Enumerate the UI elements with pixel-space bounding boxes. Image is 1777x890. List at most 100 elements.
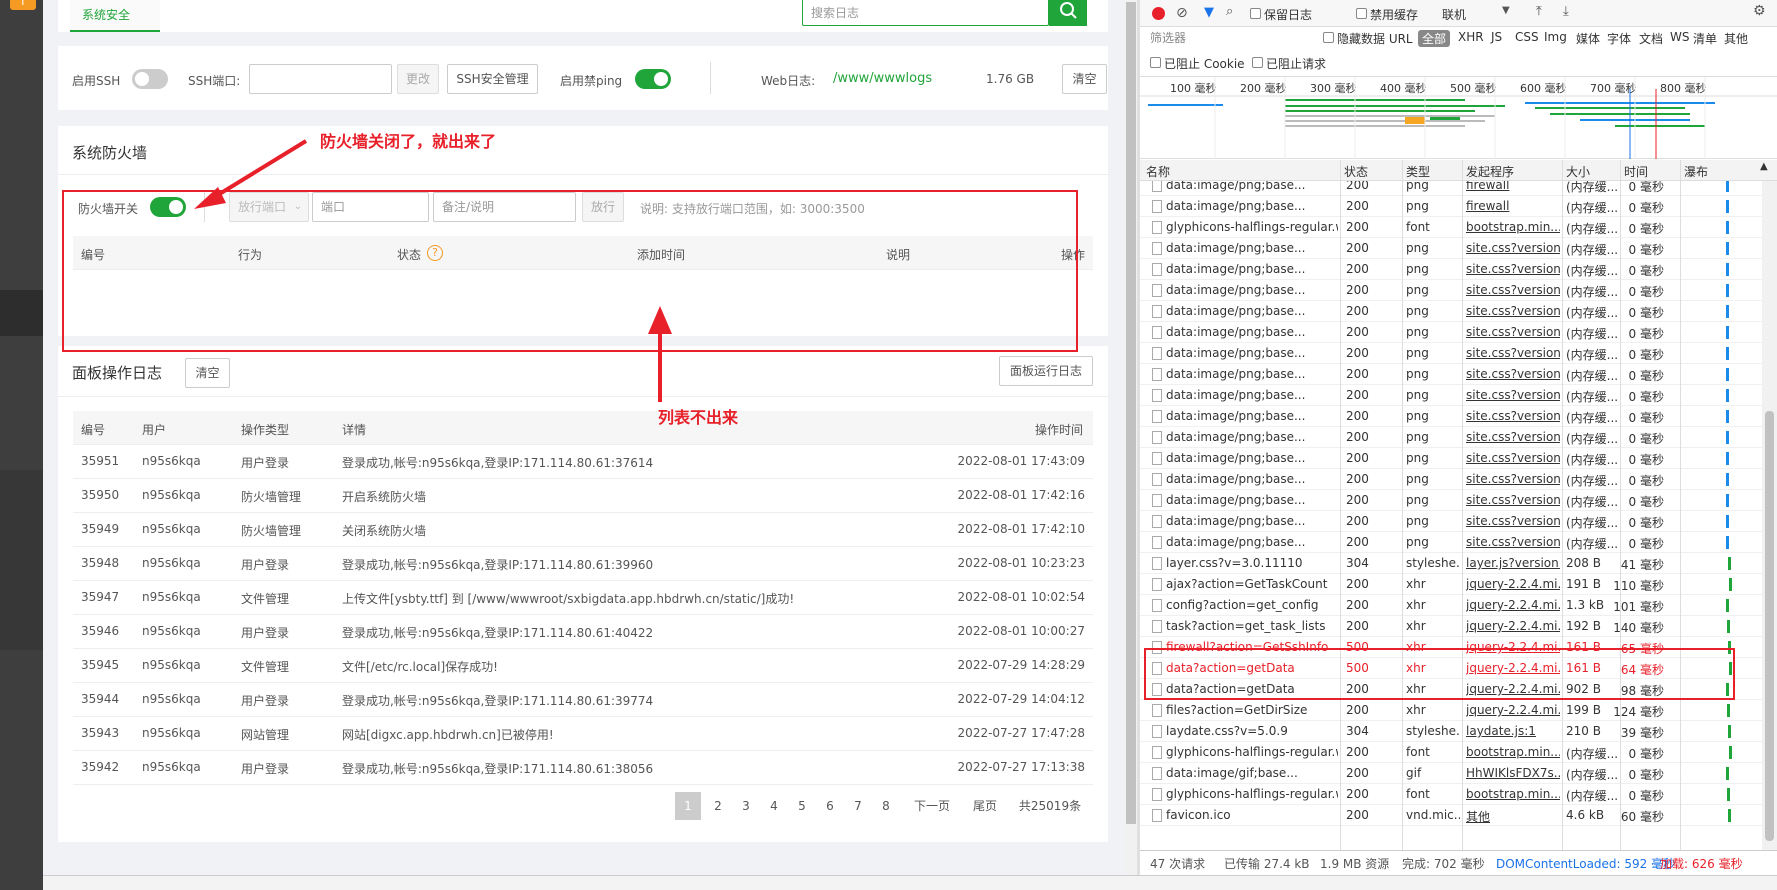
network-row[interactable]: glyphicons-halflings-regular.w... 200 font… — [1140, 217, 1762, 238]
cell-initiator[interactable]: firewall — [1466, 181, 1560, 192]
filter-icon[interactable]: ▼ — [1204, 5, 1214, 20]
col-initiator[interactable]: 发起程序 — [1466, 163, 1514, 180]
run-log-button[interactable]: 面板运行日志 — [999, 356, 1093, 386]
cell-initiator[interactable]: 其他 — [1466, 808, 1560, 825]
col-name[interactable]: 名称 — [1146, 163, 1170, 180]
page-4[interactable]: 4 — [761, 792, 787, 820]
logs-clear-button[interactable]: 清空 — [185, 358, 230, 388]
network-row[interactable]: data:image/png;base... 200 png site.css?ver… — [1140, 322, 1762, 343]
cell-initiator[interactable]: firewall — [1466, 199, 1560, 213]
page-3[interactable]: 3 — [733, 792, 759, 820]
blocked-cookies-checkbox[interactable] — [1150, 57, 1161, 68]
gear-icon[interactable]: ⚙ — [1753, 3, 1766, 19]
network-row[interactable]: data:image/png;base... 200 png site.css?ver… — [1140, 364, 1762, 385]
cell-initiator[interactable]: HhWIKlsFDX7s... — [1466, 766, 1560, 780]
weblog-path-link[interactable]: /www/wwwlogs — [833, 71, 932, 86]
cell-initiator[interactable]: site.css?version... — [1466, 451, 1560, 465]
cell-initiator[interactable]: site.css?version... — [1466, 535, 1560, 549]
network-row[interactable]: task?action=get_task_lists 200 xhr jquery-2… — [1140, 616, 1762, 637]
network-row[interactable]: data:image/gif;base... 200 gif HhWIKlsFDX7s… — [1140, 763, 1762, 784]
sort-up-icon[interactable]: ▲ — [1760, 161, 1768, 172]
network-row[interactable]: data:image/png;base... 200 png site.css?ver… — [1140, 259, 1762, 280]
cell-initiator[interactable]: site.css?version... — [1466, 346, 1560, 360]
cell-initiator[interactable]: site.css?version... — [1466, 325, 1560, 339]
network-row[interactable]: data:image/png;base... 200 png site.css?ver… — [1140, 532, 1762, 553]
cell-initiator[interactable]: jquery-2.2.4.mi... — [1466, 703, 1560, 717]
network-row[interactable]: data:image/png;base... 200 png site.css?ver… — [1140, 469, 1762, 490]
filter-type-5[interactable]: 字体 — [1607, 30, 1631, 47]
search-icon[interactable]: ⌕ — [1226, 4, 1233, 19]
network-row[interactable]: data:image/png;base... 200 png site.css?ver… — [1140, 280, 1762, 301]
cell-initiator[interactable]: jquery-2.2.4.mi... — [1466, 577, 1560, 591]
page-6[interactable]: 6 — [817, 792, 843, 820]
download-icon[interactable]: ⤓ — [1563, 4, 1569, 19]
network-row[interactable]: data:image/png;base... 200 png site.css?ver… — [1140, 511, 1762, 532]
network-scrollbar[interactable] — [1762, 181, 1777, 850]
network-row[interactable]: data:image/png;base... 200 png site.css?ver… — [1140, 448, 1762, 469]
upload-icon[interactable]: ⤒ — [1536, 4, 1542, 19]
last-page-link[interactable]: 尾页 — [965, 792, 1005, 820]
timeline-overview[interactable]: 100 毫秒 200 毫秒 300 毫秒 400 毫秒 500 毫秒 600 毫秒 700 … — [1140, 77, 1777, 159]
cell-initiator[interactable]: site.css?version... — [1466, 283, 1560, 297]
sidebar-item-group[interactable] — [0, 470, 43, 650]
clear-icon[interactable]: ⊘ — [1176, 5, 1188, 21]
tab-security[interactable]: 系统安全 — [70, 0, 160, 32]
network-row[interactable]: data:image/png;base... 200 png site.css?ver… — [1140, 238, 1762, 259]
cell-initiator[interactable]: bootstrap.min.... — [1466, 745, 1560, 759]
ssh-port-change-button[interactable]: 更改 — [397, 64, 439, 94]
sidebar-item-active[interactable] — [0, 290, 43, 336]
weblog-clear-button[interactable]: 清空 — [1062, 64, 1107, 94]
cell-initiator[interactable]: site.css?version... — [1466, 367, 1560, 381]
cell-initiator[interactable]: site.css?version... — [1466, 430, 1560, 444]
filter-type-1[interactable]: JS — [1491, 30, 1502, 44]
scrollbar-thumb[interactable] — [1126, 2, 1136, 824]
cell-initiator[interactable]: site.css?version... — [1466, 409, 1560, 423]
col-waterfall[interactable]: 瀑布 — [1684, 163, 1708, 180]
main-scrollbar[interactable] — [1125, 0, 1137, 875]
col-size[interactable]: 大小 — [1566, 163, 1590, 180]
col-status[interactable]: 状态 — [1344, 163, 1368, 180]
page-7[interactable]: 7 — [845, 792, 871, 820]
hide-data-urls-checkbox[interactable] — [1323, 32, 1334, 43]
cell-initiator[interactable]: layer.js?version... — [1466, 556, 1560, 570]
cell-initiator[interactable]: site.css?version... — [1466, 472, 1560, 486]
next-page-link[interactable]: 下一页 — [906, 792, 958, 820]
network-row[interactable]: ajax?action=GetTaskCount 200 xhr jquery-2.2… — [1140, 574, 1762, 595]
blocked-requests-checkbox[interactable] — [1252, 57, 1263, 68]
network-row[interactable]: layer.css?v=3.0.11110 304 styleshe... layer… — [1140, 553, 1762, 574]
network-row[interactable]: glyphicons-halflings-regular.w... 200 font… — [1140, 784, 1762, 805]
cell-initiator[interactable]: laydate.js:1 — [1466, 724, 1560, 738]
cell-initiator[interactable]: bootstrap.min.... — [1466, 787, 1560, 801]
network-row[interactable]: data:image/png;base... 200 png site.css?ver… — [1140, 490, 1762, 511]
record-icon[interactable] — [1152, 7, 1165, 20]
network-row[interactable]: data:image/png;base... 200 png site.css?ver… — [1140, 406, 1762, 427]
filter-type-0[interactable]: XHR — [1458, 30, 1484, 44]
cell-initiator[interactable]: site.css?version... — [1466, 514, 1560, 528]
log-search-button[interactable] — [1049, 0, 1087, 26]
filter-type-7[interactable]: WS — [1670, 30, 1689, 44]
cell-initiator[interactable]: jquery-2.2.4.mi... — [1466, 598, 1560, 612]
filter-type-3[interactable]: Img — [1544, 30, 1567, 44]
network-row[interactable]: config?action=get_config 200 xhr jquery-2.2… — [1140, 595, 1762, 616]
page-1[interactable]: 1 — [675, 792, 701, 820]
chevron-down-icon[interactable]: ▼ — [1502, 5, 1510, 16]
filter-type-2[interactable]: CSS — [1515, 30, 1539, 44]
cell-initiator[interactable]: site.css?version... — [1466, 241, 1560, 255]
cell-initiator[interactable]: bootstrap.min.... — [1466, 220, 1560, 234]
network-row[interactable]: data:image/png;base... 200 png firewall (内存缓… — [1140, 181, 1762, 196]
network-row[interactable]: glyphicons-halflings-regular.w... 200 font… — [1140, 742, 1762, 763]
page-8[interactable]: 8 — [873, 792, 899, 820]
cell-initiator[interactable]: site.css?version... — [1466, 304, 1560, 318]
network-row[interactable]: favicon.ico 200 vnd.mic... 其他 4.6 kB 60 毫秒 — [1140, 805, 1762, 826]
disable-cache-checkbox[interactable] — [1356, 8, 1367, 19]
cell-initiator[interactable]: jquery-2.2.4.mi... — [1466, 619, 1560, 633]
col-type[interactable]: 类型 — [1406, 163, 1430, 180]
ssh-manage-button[interactable]: SSH安全管理 — [447, 64, 538, 94]
filter-input[interactable]: 筛选器 — [1144, 29, 1314, 47]
filter-type-6[interactable]: 文档 — [1639, 30, 1663, 47]
filter-all[interactable]: 全部 — [1418, 30, 1451, 47]
page-5[interactable]: 5 — [789, 792, 815, 820]
cell-initiator[interactable]: site.css?version... — [1466, 493, 1560, 507]
network-row[interactable]: laydate.css?v=5.0.9 304 styleshe... laydate… — [1140, 721, 1762, 742]
ssh-toggle[interactable] — [132, 69, 168, 89]
